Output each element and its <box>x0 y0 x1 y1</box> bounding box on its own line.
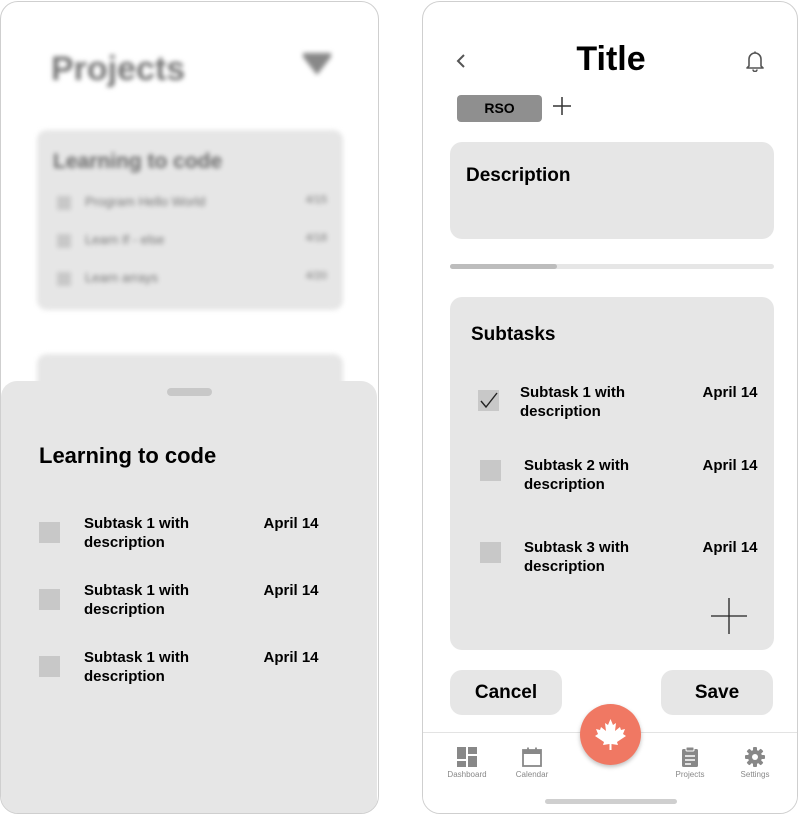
subtask-row[interactable]: Subtask 1 with description April 14 <box>39 514 329 554</box>
checkbox <box>57 195 71 210</box>
subtask-row[interactable]: Subtask 2 with description April 14 <box>478 456 758 498</box>
bottom-sheet[interactable]: Learning to code Subtask 1 with descript… <box>1 381 377 813</box>
calendar-icon <box>522 747 542 767</box>
subtask-label: Subtask 1 with description <box>84 582 190 618</box>
task-label: Program Hello World <box>85 194 206 209</box>
projects-screen: Projects Learning to code Program Hello … <box>0 1 379 814</box>
tab-dashboard[interactable]: Dashboard <box>437 747 497 779</box>
task-date: 4/18 <box>305 232 327 244</box>
tab-label: Settings <box>740 770 770 779</box>
tab-calendar[interactable]: Calendar <box>502 747 562 779</box>
page-title: Projects <box>51 50 186 88</box>
bell-icon[interactable] <box>745 50 765 77</box>
subtask-label: Subtask 2 with description <box>524 457 630 493</box>
add-subtask-plus-icon[interactable] <box>710 597 748 640</box>
subtask-row[interactable]: Subtask 1 with description April 14 <box>39 648 329 688</box>
task-date: 4/15 <box>305 194 327 206</box>
tag-badge[interactable]: RSO <box>457 95 542 122</box>
cancel-button[interactable]: Cancel <box>450 670 562 715</box>
checkbox <box>57 271 71 286</box>
subtask-row[interactable]: Subtask 1 with description April 14 <box>39 581 329 621</box>
subtask-date: April 14 <box>263 582 319 599</box>
tab-projects[interactable]: Projects <box>660 747 720 779</box>
description-label: Description <box>466 165 571 186</box>
subtask-date: April 14 <box>702 457 758 474</box>
subtasks-title: Subtasks <box>471 324 556 345</box>
project-card-title: Learning to code <box>53 150 223 173</box>
tab-settings[interactable]: Settings <box>725 747 785 779</box>
subtask-checkbox[interactable] <box>39 522 60 543</box>
page-title: Title <box>576 40 646 78</box>
subtask-checkbox[interactable] <box>39 656 60 677</box>
subtask-row[interactable]: Subtask 1 with description April 14 <box>478 383 758 425</box>
tab-label: Dashboard <box>447 770 487 779</box>
tab-label: Projects <box>675 770 705 779</box>
subtask-checkbox[interactable] <box>480 460 501 481</box>
project-task-row: Learn If - else 4/18 <box>57 232 327 248</box>
dashboard-icon <box>457 747 477 767</box>
subtask-checkbox[interactable] <box>480 542 501 563</box>
progress-bar <box>450 264 774 269</box>
checkmark-icon <box>480 392 498 409</box>
subtask-date: April 14 <box>263 649 319 666</box>
task-label: Learn If - else <box>85 232 165 247</box>
subtask-checkbox[interactable] <box>39 589 60 610</box>
project-card: Learning to code Program Hello World 4/1… <box>37 130 343 310</box>
drag-handle[interactable] <box>167 388 212 396</box>
task-detail-screen: Title RSO Description Subtasks Subtask 1… <box>422 1 798 814</box>
subtask-date: April 14 <box>263 515 319 532</box>
add-tag-plus-icon[interactable] <box>552 92 572 122</box>
maple-leaf-icon <box>595 719 626 750</box>
description-field[interactable]: Description <box>450 142 774 239</box>
subtask-label: Subtask 3 with description <box>524 539 630 575</box>
subtask-label: Subtask 1 with description <box>84 515 190 551</box>
filter-icon <box>303 53 331 75</box>
gear-icon <box>745 747 765 767</box>
task-date: 4/20 <box>305 270 327 282</box>
home-indicator <box>545 799 677 804</box>
fab-button[interactable] <box>580 704 641 765</box>
project-task-row: Learn arrays 4/20 <box>57 270 327 286</box>
progress-fill <box>450 264 557 269</box>
task-label: Learn arrays <box>85 270 158 285</box>
checkbox <box>57 233 71 248</box>
subtask-date: April 14 <box>702 539 758 556</box>
subtask-row[interactable]: Subtask 3 with description April 14 <box>478 538 758 580</box>
subtask-label: Subtask 1 with description <box>520 384 626 420</box>
subtask-checkbox[interactable] <box>478 390 499 411</box>
save-button[interactable]: Save <box>661 670 773 715</box>
subtask-date: April 14 <box>702 384 758 401</box>
tab-label: Calendar <box>515 770 549 779</box>
project-task-row: Program Hello World 4/15 <box>57 194 327 210</box>
clipboard-icon <box>682 747 698 767</box>
subtask-label: Subtask 1 with description <box>84 649 190 685</box>
sheet-title: Learning to code <box>39 443 217 468</box>
subtasks-card: Subtasks Subtask 1 with description Apri… <box>450 297 774 650</box>
